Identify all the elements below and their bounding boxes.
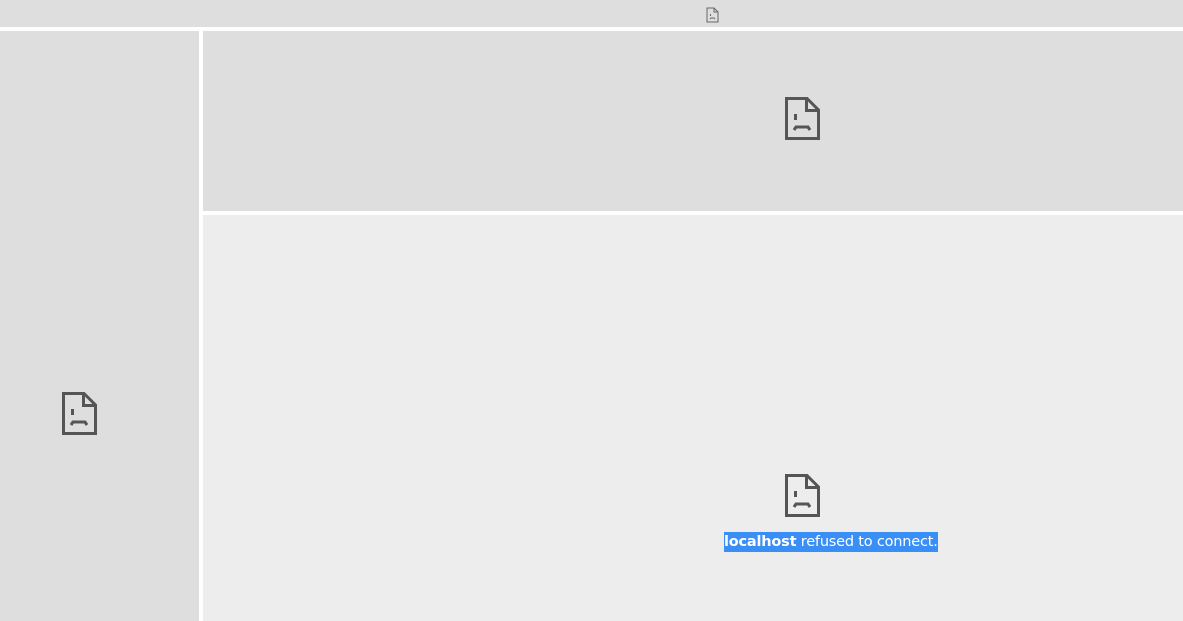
- sad-page-icon: [706, 7, 719, 23]
- error-text: refused to connect.: [796, 534, 938, 550]
- top-frame: [0, 0, 1183, 27]
- main-frame: localhost refused to connect.: [203, 215, 1183, 621]
- sad-page-icon: [62, 392, 97, 435]
- sad-page-icon: [785, 97, 820, 140]
- sad-page-icon: [785, 474, 820, 517]
- header-frame: [203, 31, 1183, 211]
- connection-error-message: localhost refused to connect.: [724, 532, 938, 552]
- left-frame: [0, 31, 199, 621]
- error-host: localhost: [724, 534, 797, 550]
